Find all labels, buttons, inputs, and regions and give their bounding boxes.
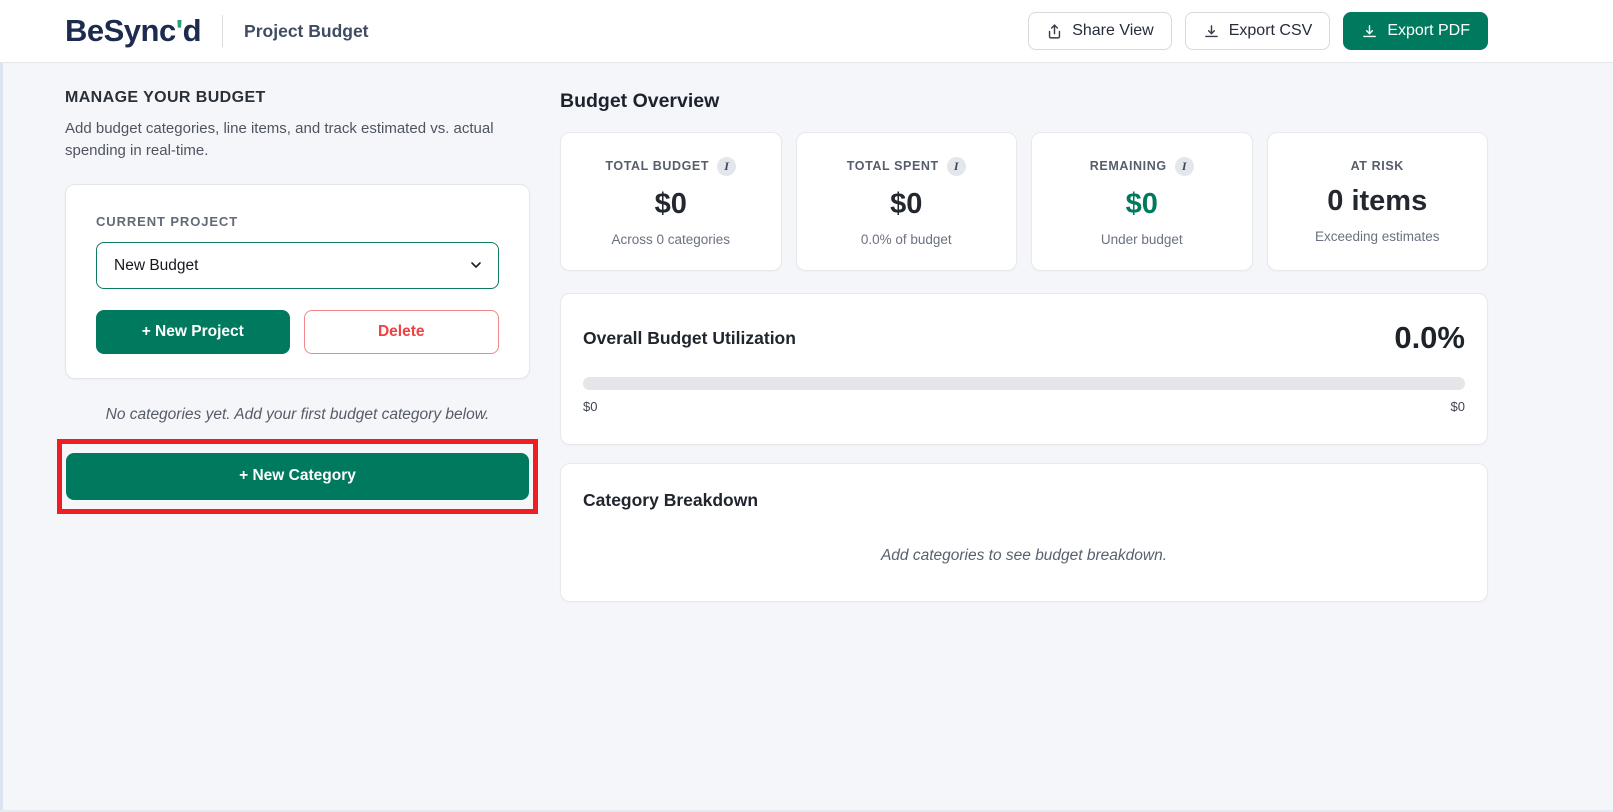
stat-value: $0 <box>654 187 687 220</box>
share-icon <box>1046 23 1063 40</box>
utilization-panel: Overall Budget Utilization 0.0% $0 $0 <box>560 293 1488 445</box>
export-csv-button[interactable]: Export CSV <box>1184 12 1331 50</box>
logo-text-prefix: BeSync <box>65 13 176 48</box>
app-logo: BeSync'd <box>65 13 202 49</box>
info-badge-icon[interactable]: I <box>717 156 737 176</box>
stat-value: 0 items <box>1327 185 1428 217</box>
stat-label: TOTAL BUDGET <box>605 159 710 173</box>
logo-apostrophe: ' <box>175 13 183 48</box>
stat-value: $0 <box>1125 187 1158 220</box>
no-categories-note: No categories yet. Add your first budget… <box>105 405 490 423</box>
delete-project-button[interactable]: Delete <box>303 309 499 354</box>
download-icon <box>1203 23 1220 40</box>
page-title: Project Budget <box>244 20 369 41</box>
stat-label-row: TOTAL BUDGET I <box>605 156 737 176</box>
stat-value: $0 <box>890 187 923 220</box>
sidebar-heading: MANAGE YOUR BUDGET <box>65 89 266 106</box>
project-buttons-row: + New Project Delete <box>96 309 499 354</box>
stat-card-total-budget: TOTAL BUDGET I $0 Across 0 categories <box>560 132 782 271</box>
project-select[interactable]: New Budget <box>96 241 499 289</box>
export-pdf-label: Export PDF <box>1387 22 1470 39</box>
top-bar: BeSync'd Project Budget Share View Expor… <box>0 0 1613 63</box>
stat-card-remaining: REMAINING I $0 Under budget <box>1031 132 1253 271</box>
download-icon <box>1361 23 1378 40</box>
stat-label: REMAINING <box>1089 159 1167 173</box>
utilization-percent: 0.0% <box>1394 320 1465 355</box>
export-pdf-button[interactable]: Export PDF <box>1343 12 1488 50</box>
info-badge-icon[interactable]: I <box>1174 156 1194 176</box>
stat-subtext: Under budget <box>1100 231 1183 247</box>
stat-subtext: Exceeding estimates <box>1314 229 1440 244</box>
info-badge-icon[interactable]: I <box>946 156 966 176</box>
utilization-min: $0 <box>583 399 598 414</box>
new-project-button[interactable]: + New Project <box>96 309 290 354</box>
stat-label-row: AT RISK <box>1351 159 1404 173</box>
window-left-edge <box>0 63 3 812</box>
utilization-max: $0 <box>1450 399 1465 414</box>
export-csv-label: Export CSV <box>1228 22 1313 39</box>
category-breakdown-empty-message: Add categories to see budget breakdown. <box>880 547 1168 564</box>
sidebar-description: Add budget categories, line items, and t… <box>65 120 494 159</box>
project-select-wrap: New Budget <box>96 241 499 289</box>
utilization-header: Overall Budget Utilization 0.0% <box>583 320 1465 356</box>
highlight-annotation-box: + New Category <box>57 438 538 514</box>
category-breakdown-panel: Category Breakdown Add categories to see… <box>560 463 1488 602</box>
stat-label-row: TOTAL SPENT I <box>846 156 966 176</box>
stat-subtext: 0.0% of budget <box>860 231 952 247</box>
stat-subtext: Across 0 categories <box>611 231 731 247</box>
stats-row: TOTAL BUDGET I $0 Across 0 categories TO… <box>560 132 1488 271</box>
main-content: MANAGE YOUR BUDGET Add budget categories… <box>0 63 1613 602</box>
share-view-label: Share View <box>1072 22 1154 39</box>
utilization-title: Overall Budget Utilization <box>583 327 796 348</box>
stat-label: TOTAL SPENT <box>846 159 939 173</box>
current-project-label: CURRENT PROJECT <box>96 213 239 229</box>
logo-text-suffix: d <box>182 13 202 48</box>
category-breakdown-title: Category Breakdown <box>583 490 759 510</box>
header-divider <box>222 15 224 47</box>
share-view-button[interactable]: Share View <box>1028 12 1172 50</box>
budget-sidebar: MANAGE YOUR BUDGET Add budget categories… <box>57 89 538 602</box>
budget-overview-section: Budget Overview TOTAL BUDGET I $0 Across… <box>560 89 1488 602</box>
stat-card-total-spent: TOTAL SPENT I $0 0.0% of budget <box>795 132 1017 271</box>
stat-card-at-risk: AT RISK 0 items Exceeding estimates <box>1266 132 1488 271</box>
utilization-progress-track <box>583 377 1465 390</box>
header-actions: Share View Export CSV Export PDF <box>1028 12 1488 50</box>
utilization-range-row: $0 $0 <box>583 399 1465 414</box>
stat-label: AT RISK <box>1350 159 1404 173</box>
new-category-button[interactable]: + New Category <box>66 452 529 500</box>
stat-label-row: REMAINING I <box>1089 156 1194 176</box>
current-project-card: CURRENT PROJECT New Budget + New Project… <box>65 183 530 379</box>
overview-heading: Budget Overview <box>560 90 720 112</box>
